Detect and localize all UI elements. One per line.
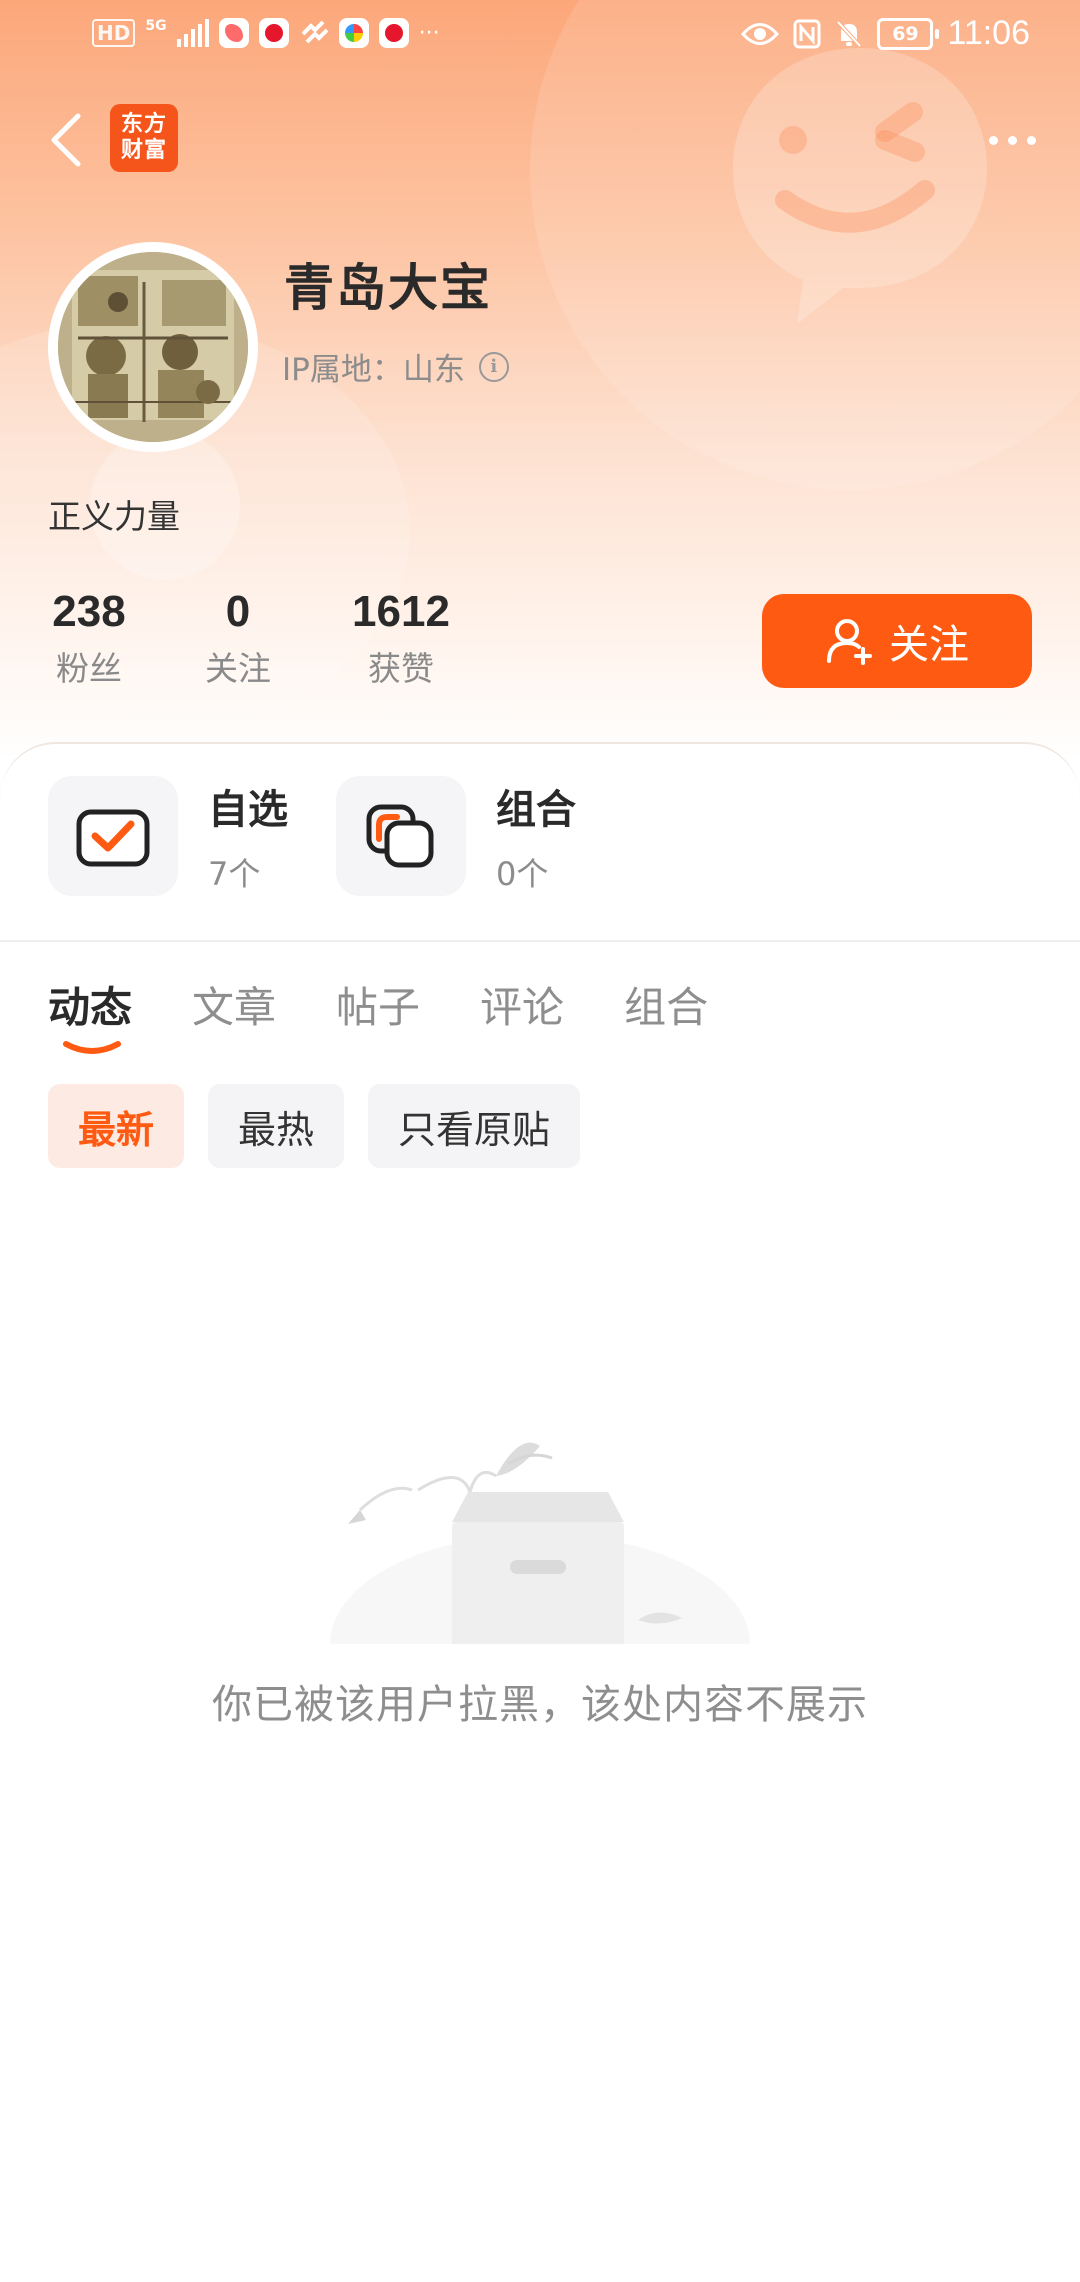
stat-likes[interactable]: 1612 获赞 <box>346 586 456 690</box>
stat-value: 0 <box>225 587 251 636</box>
tab-label: 动态 <box>48 983 133 1032</box>
more-dot-icon <box>989 135 998 145</box>
wink-bubble-decoration-icon <box>733 48 987 324</box>
stat-following[interactable]: 0 关注 <box>200 586 276 690</box>
more-notifications-icon: ··· <box>418 20 440 46</box>
divider <box>0 940 1080 942</box>
quick-icon-container <box>48 776 178 896</box>
bell-muted-icon <box>836 20 862 47</box>
tab-bar: 动态 文章 帖子 评论 组合 <box>48 974 708 1065</box>
quick-title: 组合 <box>496 787 576 833</box>
portfolio-icon <box>366 804 434 868</box>
watchlist-entry[interactable]: 自选 7个 <box>48 776 288 896</box>
username: 青岛大宝 <box>284 259 492 317</box>
tab-posts[interactable]: 帖子 <box>336 974 420 1065</box>
more-dot-icon <box>1008 135 1017 145</box>
status-bar-right: 69 11:06 <box>741 14 1030 53</box>
stat-label: 获赞 <box>368 649 434 688</box>
signal-strength-icon <box>176 19 209 47</box>
weibo-notification-icon <box>378 18 409 48</box>
profile-content-card: 自选 7个 组合 0个 动态 文章 帖子 评论 组合 最新 最热 只看原贴 你已… <box>0 742 1080 2282</box>
tab-active-indicator <box>63 1041 121 1054</box>
more-dot-icon <box>1027 135 1036 145</box>
tab-articles[interactable]: 文章 <box>192 974 276 1065</box>
eye-icon <box>741 22 780 45</box>
app-logo: 东方 财富 <box>110 104 178 172</box>
ip-location-row: IP属地：山东 i <box>282 344 509 389</box>
tab-comments[interactable]: 评论 <box>480 974 564 1065</box>
add-user-icon <box>827 619 872 665</box>
tab-label: 帖子 <box>336 983 421 1032</box>
tab-portfolios[interactable]: 组合 <box>624 974 708 1065</box>
battery-icon: 69 <box>877 17 940 50</box>
stat-fans[interactable]: 238 粉丝 <box>48 586 130 690</box>
quick-title: 自选 <box>208 787 288 833</box>
empty-box-icon <box>330 1442 750 1644</box>
stat-value: 238 <box>52 587 126 636</box>
portfolio-entry[interactable]: 组合 0个 <box>336 776 576 896</box>
hd-indicator: HD <box>92 19 136 47</box>
app-notification-icon <box>338 18 369 48</box>
avatar-image <box>58 252 248 442</box>
tab-label: 组合 <box>624 983 709 1032</box>
filter-hottest[interactable]: 最热 <box>208 1084 345 1168</box>
tab-label: 文章 <box>192 983 277 1032</box>
info-icon[interactable]: i <box>478 351 509 382</box>
back-button[interactable] <box>40 108 90 172</box>
more-options-button[interactable] <box>989 120 1036 160</box>
quick-text: 自选 7个 <box>208 777 288 895</box>
logo-text-line1: 东方 <box>120 112 167 137</box>
status-bar: HD 5G ··· 69 11:06 <box>0 0 1080 72</box>
clock: 11:06 <box>947 14 1030 52</box>
quick-text: 组合 0个 <box>496 777 576 895</box>
filter-original-only[interactable]: 只看原贴 <box>368 1084 581 1168</box>
checkbox-icon <box>76 809 150 867</box>
ip-location: IP属地：山东 <box>282 352 465 388</box>
quick-count: 7个 <box>208 855 261 893</box>
quick-icon-container <box>336 776 466 896</box>
network-type-label: 5G <box>145 18 167 34</box>
blocked-message: 你已被该用户拉黑，该处内容不展示 <box>212 1682 868 1728</box>
follow-button[interactable]: 关注 <box>762 594 1032 688</box>
filter-latest[interactable]: 最新 <box>48 1084 185 1168</box>
filter-chips: 最新 最热 只看原贴 <box>48 1084 581 1168</box>
weibo-notification-icon <box>258 18 289 48</box>
status-bar-left: HD 5G ··· <box>92 18 440 48</box>
tab-activity[interactable]: 动态 <box>48 974 132 1065</box>
app-notification-icon <box>218 18 249 48</box>
app-notification-icon <box>299 18 329 48</box>
tab-label: 评论 <box>480 983 565 1032</box>
chevron-left-icon <box>51 113 81 167</box>
avatar[interactable] <box>48 242 258 452</box>
nfc-icon <box>793 19 821 48</box>
stat-value: 1612 <box>352 587 450 636</box>
stat-label: 关注 <box>205 649 271 688</box>
quick-count: 0个 <box>496 855 549 893</box>
logo-text-line2: 财富 <box>120 138 167 163</box>
stat-label: 粉丝 <box>56 649 122 688</box>
user-bio: 正义力量 <box>48 497 180 536</box>
follow-button-label: 关注 <box>889 622 969 668</box>
